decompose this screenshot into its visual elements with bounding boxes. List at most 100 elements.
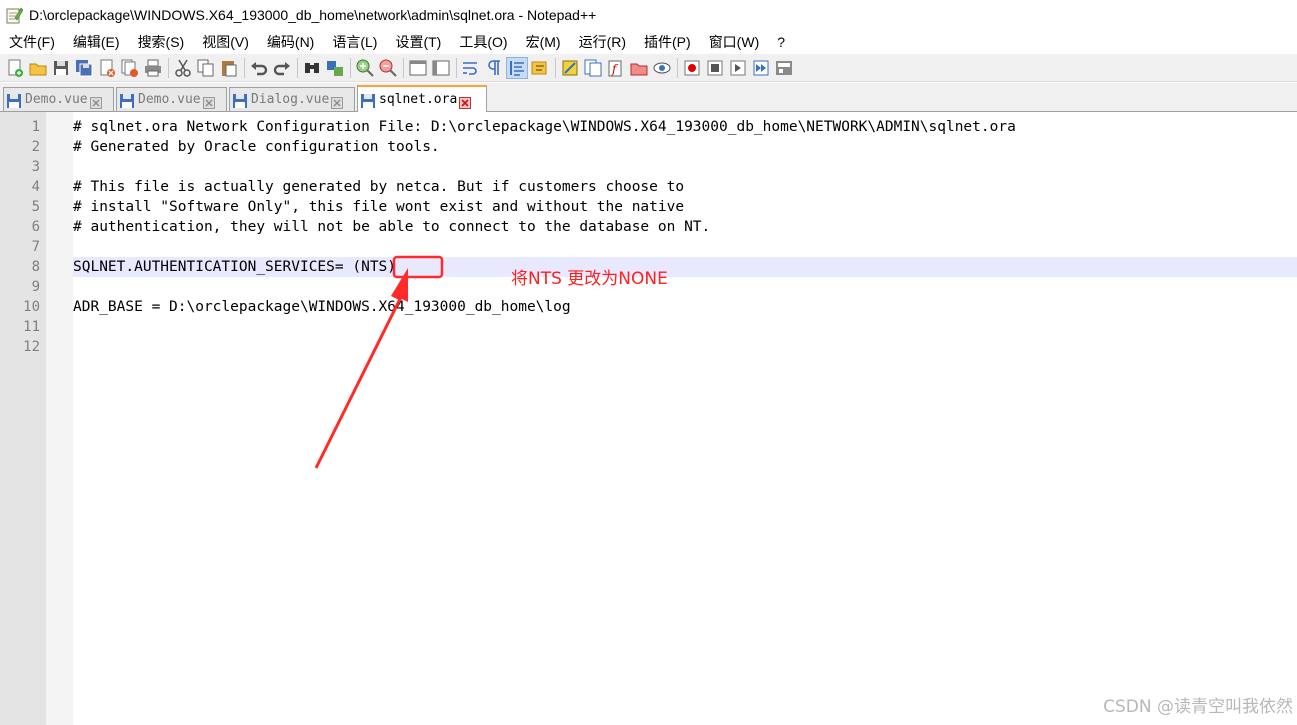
indent-guide-icon[interactable] [506,56,528,79]
code-line[interactable]: ADR_BASE = D:\orclepackage\WINDOWS.X64_1… [73,297,1297,317]
line-number: 4 [31,179,40,195]
toolbar-separator [403,57,404,78]
menu-bar: 文件(F) 编辑(E) 搜索(S) 视图(V) 编码(N) 语言(L) 设置(T… [0,30,1297,54]
doc-list-icon[interactable] [583,58,603,78]
find-icon[interactable] [302,58,322,78]
line-number: 11 [23,319,40,335]
toolbar: f [0,54,1297,82]
annotation-text: 将NTS 更改为NONE [511,269,668,289]
tab-label: Demo.vue [25,92,88,107]
floppy-icon [361,93,375,108]
line-number: 5 [31,199,40,215]
code-line-key: SQLNET.AUTHENTICATION_SERVICES= [73,259,353,275]
monitoring-eye-icon[interactable] [652,58,672,78]
show-all-chars-icon[interactable] [484,58,504,78]
menu-language[interactable]: 语言(L) [323,30,386,54]
line-number: 12 [23,339,40,355]
code-line[interactable]: # This file is actually generated by net… [73,177,1297,197]
close-tab-icon[interactable] [89,94,102,109]
menu-view[interactable]: 视图(V) [193,30,258,54]
code-line-current[interactable]: SQLNET.AUTHENTICATION_SERVICES= (NTS) [73,257,1297,277]
line-number: 7 [31,239,40,255]
line-number: 3 [31,159,40,175]
floppy-icon [7,93,21,108]
line-number: 8 [31,259,40,275]
menu-encoding[interactable]: 编码(N) [258,30,323,54]
folder-workspace-icon[interactable] [629,58,649,78]
editor-area[interactable]: 1 2 3 4 5 6 7 8 9 10 11 12 # sqlnet.ora … [0,112,1297,725]
code-line[interactable]: # Generated by Oracle configuration tool… [73,137,1297,157]
replace-icon[interactable] [325,58,345,78]
code-line[interactable] [73,337,1297,357]
code-line[interactable]: # authentication, they will not be able … [73,217,1297,237]
redo-icon[interactable] [272,58,292,78]
code-line[interactable] [73,317,1297,337]
floppy-icon [233,93,247,108]
open-folder-icon[interactable] [28,58,48,78]
macro-play-multiple-icon[interactable] [751,58,771,78]
menu-help[interactable]: ? [768,30,794,54]
paste-icon[interactable] [219,58,239,78]
line-number: 2 [31,139,40,155]
toolbar-separator [244,57,245,78]
undo-icon[interactable] [249,58,269,78]
sync-vertical-icon[interactable] [408,58,428,78]
print-icon[interactable] [143,58,163,78]
menu-file[interactable]: 文件(F) [0,30,64,54]
line-number-gutter: 1 2 3 4 5 6 7 8 9 10 11 12 [0,112,46,725]
tab-label: Dialog.vue [251,92,330,107]
macro-play-icon[interactable] [728,58,748,78]
tab-demo-vue-1[interactable]: Demo.vue [3,87,114,111]
toolbar-separator [456,57,457,78]
close-tab-icon[interactable] [459,94,472,109]
tab-sqlnet-ora[interactable]: sqlnet.ora [357,85,487,112]
menu-edit[interactable]: 编辑(E) [64,30,129,54]
code-line[interactable]: # install "Software Only", this file won… [73,197,1297,217]
floppy-icon [120,93,134,108]
fold-margin[interactable] [46,112,73,725]
tab-label: sqlnet.ora [379,92,458,107]
copy-icon[interactable] [196,58,216,78]
doc-map-icon[interactable] [560,58,580,78]
menu-window[interactable]: 窗口(W) [700,30,769,54]
code-line[interactable] [73,237,1297,257]
toolbar-separator [555,57,556,78]
line-number: 10 [23,299,40,315]
zoom-out-icon[interactable] [378,58,398,78]
menu-settings[interactable]: 设置(T) [386,30,450,54]
code-line[interactable] [73,157,1297,177]
menu-tools[interactable]: 工具(O) [450,30,516,54]
macro-stop-icon[interactable] [705,58,725,78]
udl-icon[interactable] [530,58,550,78]
close-tab-icon[interactable] [331,94,344,109]
close-all-icon[interactable] [120,58,140,78]
new-file-icon[interactable] [5,58,25,78]
close-file-icon[interactable] [97,58,117,78]
tab-dialog-vue[interactable]: Dialog.vue [229,87,355,111]
save-all-icon[interactable] [74,58,94,78]
toolbar-separator [350,57,351,78]
function-list-icon[interactable]: f [606,58,626,78]
tab-label: Demo.vue [138,92,201,107]
line-number: 6 [31,219,40,235]
sync-horizontal-icon[interactable] [431,58,451,78]
watermark: CSDN @读青空叫我依然 [1103,697,1293,717]
menu-run[interactable]: 运行(R) [570,30,635,54]
tab-demo-vue-2[interactable]: Demo.vue [116,87,227,111]
save-icon[interactable] [51,58,71,78]
menu-macro[interactable]: 宏(M) [517,30,570,54]
code-line[interactable] [73,277,1297,297]
zoom-in-icon[interactable] [355,58,375,78]
macro-save-icon[interactable] [774,58,794,78]
macro-record-icon[interactable] [682,58,702,78]
code-line[interactable]: # sqlnet.ora Network Configuration File:… [73,117,1297,137]
cut-icon[interactable] [173,58,193,78]
word-wrap-icon[interactable] [461,58,481,78]
nts-value-highlight[interactable]: (NTS) [352,259,396,275]
code-text[interactable]: # sqlnet.ora Network Configuration File:… [73,117,1297,357]
menu-search[interactable]: 搜索(S) [129,30,194,54]
tab-bar: Demo.vue Demo.vue Dialog.vue sqlnet.ora [0,83,1297,112]
close-tab-icon[interactable] [202,94,215,109]
toolbar-separator [168,57,169,78]
menu-plugins[interactable]: 插件(P) [635,30,700,54]
